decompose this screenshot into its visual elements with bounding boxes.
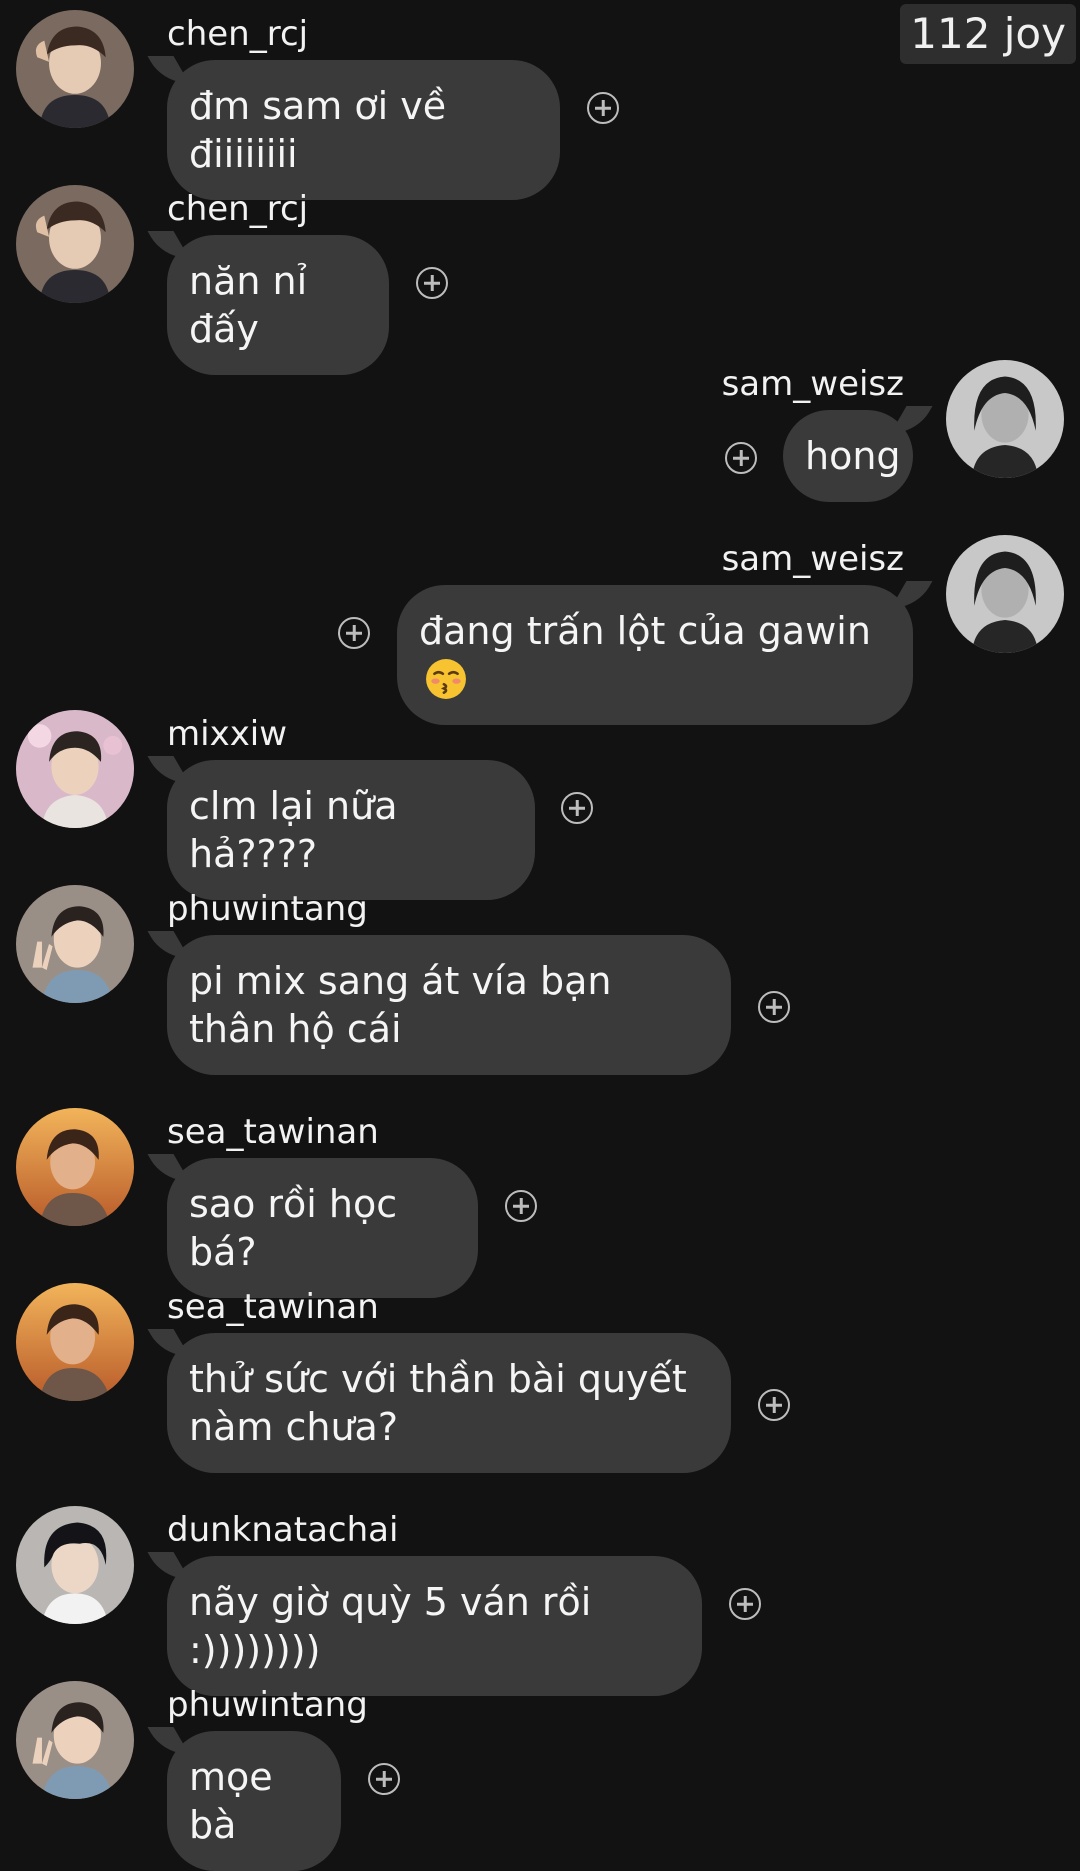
avatar[interactable] <box>16 1108 134 1226</box>
username[interactable]: sea_tawinan <box>167 1287 379 1327</box>
add-reaction-icon[interactable] <box>725 442 757 474</box>
message-text: năn nỉ đấy <box>189 259 308 351</box>
username[interactable]: dunknatachai <box>167 1510 398 1550</box>
add-reaction-icon[interactable] <box>729 1588 761 1620</box>
username[interactable]: sam_weisz <box>722 539 904 579</box>
add-reaction-icon[interactable] <box>587 92 619 124</box>
avatar-sam-image <box>946 360 1064 478</box>
message-bubble[interactable]: mọe bà <box>167 1731 341 1871</box>
message-text: hong <box>805 434 901 478</box>
username[interactable]: sea_tawinan <box>167 1112 379 1152</box>
avatar-chen-image <box>16 10 134 128</box>
message-text: clm lại nữa hả???? <box>189 784 398 876</box>
avatar-sea-image <box>16 1108 134 1226</box>
avatar-dunk-image <box>16 1506 134 1624</box>
message-text: đm sam ơi về điiiiiiii <box>189 84 447 176</box>
message-text: sao rồi học bá? <box>189 1182 398 1274</box>
avatar[interactable] <box>16 710 134 828</box>
message-text: đang trấn lột của gawin <box>419 609 871 653</box>
avatar-phuwin-image <box>16 1681 134 1799</box>
add-reaction-icon[interactable] <box>368 1763 400 1795</box>
avatar[interactable] <box>16 885 134 1003</box>
avatar[interactable] <box>16 1283 134 1401</box>
add-reaction-icon[interactable] <box>338 617 370 649</box>
message-bubble[interactable]: thử sức với thần bài quyết nàm chưa? <box>167 1333 731 1473</box>
add-reaction-icon[interactable] <box>416 267 448 299</box>
username[interactable]: phuwintang <box>167 889 368 929</box>
message-bubble[interactable]: pi mix sang át vía bạn thân hộ cái <box>167 935 731 1075</box>
message-bubble[interactable]: hong <box>783 410 913 502</box>
add-reaction-icon[interactable] <box>505 1190 537 1222</box>
add-reaction-icon[interactable] <box>561 792 593 824</box>
kissing-face-icon <box>426 659 466 699</box>
add-reaction-icon[interactable] <box>758 991 790 1023</box>
message-bubble[interactable]: clm lại nữa hả???? <box>167 760 535 900</box>
avatar-mixxiw-image <box>16 710 134 828</box>
message-bubble[interactable]: đang trấn lột của gawin <box>397 585 913 725</box>
avatar-sam-image <box>946 535 1064 653</box>
username[interactable]: mixxiw <box>167 714 287 754</box>
message-bubble[interactable]: năn nỉ đấy <box>167 235 389 375</box>
message-text: pi mix sang át vía bạn thân hộ cái <box>189 959 612 1051</box>
avatar[interactable] <box>946 535 1064 653</box>
message-bubble[interactable]: sao rồi học bá? <box>167 1158 478 1298</box>
reaction-count-badge: 112 joy <box>900 4 1076 64</box>
message-text: thử sức với thần bài quyết nàm chưa? <box>189 1357 687 1449</box>
message-text: nãy giờ quỳ 5 ván rồi :)))))))) <box>189 1580 592 1672</box>
username[interactable]: phuwintang <box>167 1685 368 1725</box>
message-text: mọe bà <box>189 1755 273 1847</box>
avatar[interactable] <box>16 10 134 128</box>
avatar[interactable] <box>16 1506 134 1624</box>
username[interactable]: sam_weisz <box>722 364 904 404</box>
avatar[interactable] <box>946 360 1064 478</box>
avatar-phuwin-image <box>16 885 134 1003</box>
avatar-sea-image <box>16 1283 134 1401</box>
username[interactable]: chen_rcj <box>167 14 308 54</box>
message-bubble[interactable]: đm sam ơi về điiiiiiii <box>167 60 560 200</box>
add-reaction-icon[interactable] <box>758 1389 790 1421</box>
avatar-chen-image <box>16 185 134 303</box>
username[interactable]: chen_rcj <box>167 189 308 229</box>
avatar[interactable] <box>16 1681 134 1799</box>
message-bubble[interactable]: nãy giờ quỳ 5 ván rồi :)))))))) <box>167 1556 702 1696</box>
avatar[interactable] <box>16 185 134 303</box>
